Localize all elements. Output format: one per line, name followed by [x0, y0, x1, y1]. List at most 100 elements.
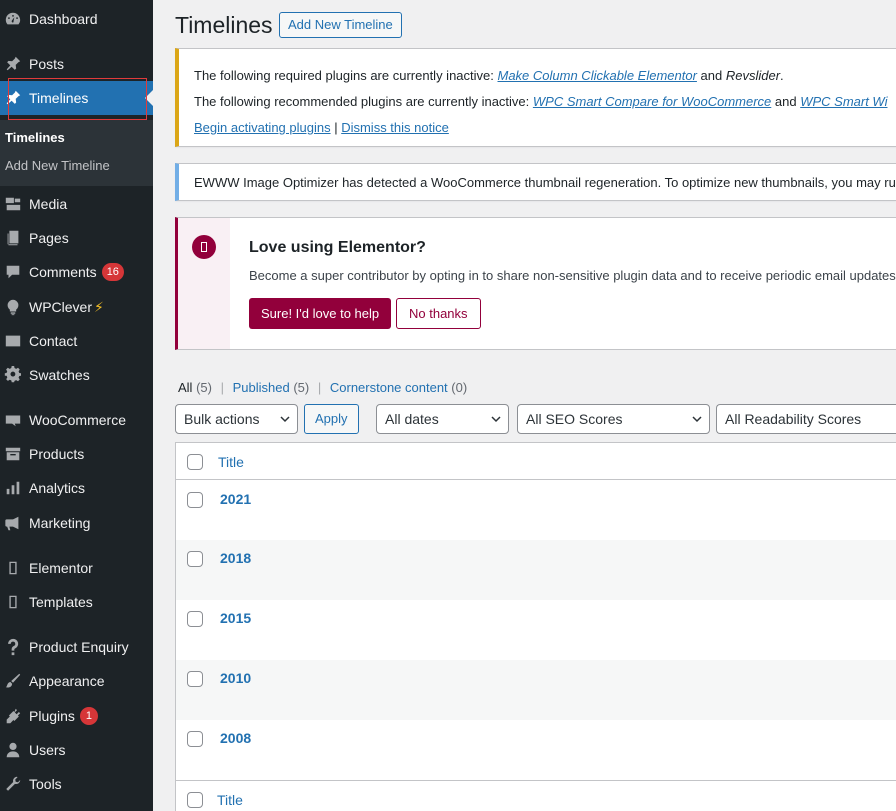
menu-label: Products	[29, 446, 85, 462]
menu-label: Posts	[29, 56, 65, 72]
select-all-checkbox[interactable]	[187, 454, 203, 470]
square-icon	[2, 592, 24, 612]
active-indicator	[145, 90, 153, 106]
make-column-clickable-link[interactable]: Make Column Clickable Elementor	[498, 68, 697, 83]
menu-item-swatches[interactable]: Swatches	[0, 358, 153, 392]
menu-item-contact[interactable]: Contact	[0, 324, 153, 358]
square-icon	[2, 558, 24, 578]
menu-item-products[interactable]: Products	[0, 437, 153, 471]
menu-item-analytics[interactable]: Analytics	[0, 471, 153, 505]
readability-score-value: All Readability Scores	[725, 411, 862, 427]
dashboard-icon	[2, 9, 24, 29]
table-row: 2021	[176, 480, 896, 540]
timelines-submenu: Timelines Add New Timeline	[0, 120, 153, 186]
filter-published-link[interactable]: Published	[233, 380, 290, 395]
timelines-table: Title 2021 2018 2015 2010 2008 Title	[175, 442, 896, 811]
table-footer: Title	[176, 780, 896, 811]
ewww-notice-text: EWWW Image Optimizer has detected a WooC…	[194, 175, 896, 190]
menu-item-plugins[interactable]: Plugins 1	[0, 699, 153, 733]
plugin-activation-notice: The following required plugins are curre…	[175, 48, 896, 147]
brush-icon	[2, 671, 24, 691]
question-icon	[2, 637, 24, 657]
table-row: 2008	[176, 720, 896, 780]
submenu-item-timelines[interactable]: Timelines	[5, 130, 65, 145]
menu-item-wpclever[interactable]: WPClever ⚡	[0, 290, 153, 324]
bulk-actions-select[interactable]: Bulk actions	[175, 404, 298, 434]
menu-item-product-enquiry[interactable]: Product Enquiry	[0, 630, 153, 664]
menu-item-pages[interactable]: Pages	[0, 221, 153, 255]
recommended-plugins-text: The following recommended plugins are cu…	[194, 94, 887, 109]
menu-item-templates[interactable]: Templates	[0, 585, 153, 619]
mail-icon	[2, 331, 24, 351]
seo-score-value: All SEO Scores	[526, 411, 623, 427]
row-checkbox[interactable]	[187, 611, 203, 627]
notice-text: and	[696, 68, 726, 83]
row-title-link[interactable]: 2008	[220, 730, 251, 746]
row-title-link[interactable]: 2010	[220, 670, 251, 686]
menu-label: Media	[29, 196, 68, 212]
wpc-smart-compare-link[interactable]: WPC Smart Compare for WooCommerce	[533, 94, 771, 109]
apply-button[interactable]: Apply	[304, 404, 359, 434]
row-title-link[interactable]: 2018	[220, 550, 251, 566]
elementor-notice-sidebar	[178, 218, 230, 349]
add-new-timeline-button[interactable]: Add New Timeline	[279, 12, 402, 38]
menu-label: Tools	[29, 776, 62, 792]
row-checkbox[interactable]	[187, 731, 203, 747]
woo-icon	[2, 410, 24, 430]
filter-cornerstone-link[interactable]: Cornerstone content	[330, 380, 448, 395]
filter-all-count: (5)	[196, 380, 212, 395]
plug-icon	[2, 706, 24, 726]
row-title-link[interactable]: 2021	[220, 491, 251, 507]
table-header: Title	[176, 443, 896, 480]
menu-item-marketing[interactable]: Marketing	[0, 506, 153, 540]
column-title-header[interactable]: Title	[218, 454, 244, 470]
comment-icon	[2, 262, 24, 282]
menu-label: Comments	[29, 264, 97, 280]
row-title-link[interactable]: 2015	[220, 610, 251, 626]
bulk-actions-value: Bulk actions	[184, 411, 260, 427]
column-title-footer[interactable]: Title	[217, 792, 243, 808]
pages-icon	[2, 228, 24, 248]
menu-item-woocommerce[interactable]: WooCommerce	[0, 403, 153, 437]
bar-chart-icon	[2, 478, 24, 498]
menu-item-tools[interactable]: Tools	[0, 767, 153, 801]
begin-activating-plugins-link[interactable]: Begin activating plugins	[194, 120, 331, 135]
date-filter-select[interactable]: All dates	[376, 404, 509, 434]
row-checkbox[interactable]	[187, 671, 203, 687]
filter-separator: |	[317, 380, 322, 395]
menu-item-comments[interactable]: Comments 16	[0, 255, 153, 289]
menu-item-timelines[interactable]: Timelines	[0, 81, 153, 115]
row-checkbox[interactable]	[187, 492, 203, 508]
table-row: 2018	[176, 540, 896, 600]
menu-label: Swatches	[29, 367, 90, 383]
elementor-optin-button[interactable]: Sure! I'd love to help	[249, 298, 392, 329]
filter-all-link[interactable]: All	[178, 380, 192, 395]
dismiss-notice-link[interactable]: Dismiss this notice	[341, 120, 449, 135]
menu-item-users[interactable]: Users	[0, 733, 153, 767]
menu-label: Elementor	[29, 560, 93, 576]
admin-sidebar: Dashboard Posts Timelines Timelines Add …	[0, 0, 153, 811]
revslider-text: Revslider	[725, 68, 781, 83]
menu-item-media[interactable]: Media	[0, 187, 153, 221]
media-icon	[2, 194, 24, 214]
pin-icon	[2, 54, 24, 74]
required-plugins-text: The following required plugins are curre…	[194, 68, 784, 83]
row-checkbox[interactable]	[187, 551, 203, 567]
wrench-icon	[2, 774, 24, 794]
filter-published-count: (5)	[293, 380, 310, 395]
menu-item-elementor[interactable]: Elementor	[0, 551, 153, 585]
seo-score-select[interactable]: All SEO Scores	[517, 404, 710, 434]
main-content: Timelines Add New Timeline The following…	[153, 0, 896, 811]
wpc-smart-wishlist-link[interactable]: WPC Smart Wi	[800, 94, 887, 109]
submenu-item-add-new-timeline[interactable]: Add New Timeline	[5, 158, 110, 173]
menu-item-dashboard[interactable]: Dashboard	[0, 2, 153, 36]
elementor-notice-text: Become a super contributor by opting in …	[249, 268, 896, 283]
elementor-no-thanks-button[interactable]: No thanks	[396, 298, 481, 329]
plugins-update-badge: 1	[79, 707, 98, 725]
menu-item-posts[interactable]: Posts	[0, 47, 153, 81]
menu-label: Users	[29, 742, 66, 758]
menu-item-appearance[interactable]: Appearance	[0, 664, 153, 698]
elementor-notice-title: Love using Elementor?	[249, 239, 426, 256]
select-all-checkbox-footer[interactable]	[187, 792, 203, 808]
readability-score-select[interactable]: All Readability Scores	[716, 404, 896, 434]
